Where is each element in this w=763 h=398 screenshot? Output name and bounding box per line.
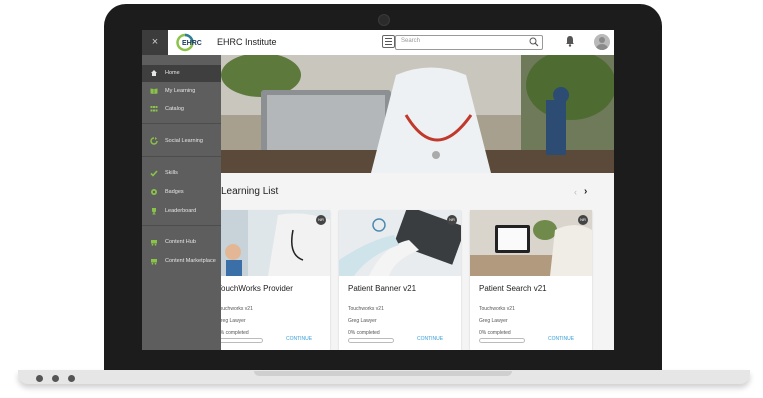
book-icon xyxy=(150,88,158,94)
course-subtitle: Touchworks v21 xyxy=(348,306,384,312)
sidebar-item-content-hub[interactable]: Content Hub xyxy=(142,234,221,251)
carousel-next-button[interactable]: › xyxy=(584,186,587,197)
course-title[interactable]: TouchWorks Provider xyxy=(217,284,293,293)
sidebar-divider xyxy=(142,123,221,124)
course-thumbnail xyxy=(208,210,330,276)
top-bar: × EHRC EHRC Institute Search xyxy=(142,30,614,56)
course-card[interactable]: NR TouchWorks Provider Touchworks v21 Gr… xyxy=(208,210,330,350)
sidebar-item-label: Skills xyxy=(165,170,178,176)
search-input[interactable]: Search xyxy=(395,35,543,50)
progress-text: 0% completed xyxy=(217,330,249,336)
sidebar-item-label: Badges xyxy=(165,189,184,195)
home-icon xyxy=(151,70,157,76)
indicator-dot xyxy=(52,375,59,382)
course-subtitle: Touchworks v21 xyxy=(217,306,253,312)
course-thumbnail xyxy=(339,210,461,276)
trophy-icon xyxy=(152,208,156,215)
sidebar-item-catalog[interactable]: Catalog xyxy=(142,101,221,118)
user-avatar[interactable] xyxy=(594,34,610,50)
course-author: Greg Lawyer xyxy=(217,318,246,324)
search-icon[interactable] xyxy=(529,37,539,47)
course-author: Greg Lawyer xyxy=(348,318,377,324)
indicator-dot xyxy=(68,375,75,382)
nr-badge: NR xyxy=(447,215,457,225)
carousel-prev-button[interactable]: ‹ xyxy=(574,187,577,197)
continue-button[interactable]: CONTINUE xyxy=(417,336,443,342)
ehrc-logo: EHRC xyxy=(176,33,202,52)
sidebar-item-my-learning[interactable]: My Learning xyxy=(142,83,221,100)
hero-banner-image xyxy=(221,55,614,173)
continue-button[interactable]: CONTINUE xyxy=(286,336,312,342)
app-screen: × EHRC EHRC Institute Search Home My Lea… xyxy=(142,30,614,350)
nr-badge: NR xyxy=(578,215,588,225)
progress-bar xyxy=(479,338,525,343)
cart-icon xyxy=(151,240,157,246)
sidebar-divider xyxy=(142,156,221,157)
sidebar-item-label: Content Hub xyxy=(165,239,196,245)
course-card[interactable]: NR Patient Banner v21 Touchworks v21 Gre… xyxy=(339,210,461,350)
indicator-dot xyxy=(36,375,43,382)
progress-bar xyxy=(217,338,263,343)
logo-text: EHRC xyxy=(182,40,202,47)
grid-icon xyxy=(150,106,158,112)
sidebar-item-label: Home xyxy=(165,70,180,76)
course-title[interactable]: Patient Search v21 xyxy=(479,284,547,293)
sidebar-item-label: Social Learning xyxy=(165,138,203,144)
badge-icon xyxy=(151,189,157,195)
sidebar-item-label: Leaderboard xyxy=(165,208,197,214)
sidebar-divider xyxy=(142,225,221,226)
search-placeholder: Search xyxy=(401,38,421,44)
sidebar-item-leaderboard[interactable]: Leaderboard xyxy=(142,203,221,220)
app-title: EHRC Institute xyxy=(217,37,277,47)
sidebar-item-home[interactable]: Home xyxy=(142,65,221,82)
progress-text: 0% completed xyxy=(479,330,511,336)
section-title: Learning List xyxy=(221,186,279,197)
course-thumbnail xyxy=(470,210,592,276)
refresh-icon xyxy=(150,137,158,145)
sidebar-item-skills[interactable]: Skills xyxy=(142,165,221,182)
sidebar-item-badges[interactable]: Badges xyxy=(142,184,221,201)
store-icon xyxy=(151,259,157,265)
course-subtitle: Touchworks v21 xyxy=(479,306,515,312)
nr-badge: NR xyxy=(316,215,326,225)
progress-bar xyxy=(348,338,394,343)
sidebar: Home My Learning Catalog Social Learning… xyxy=(142,55,221,350)
sidebar-item-label: Catalog xyxy=(165,106,184,112)
sidebar-item-label: Content Marketplace xyxy=(165,258,216,264)
laptop-hinge xyxy=(254,371,512,376)
course-card[interactable]: NR Patient Search v21 Touchworks v21 Gre… xyxy=(470,210,592,350)
progress-text: 0% completed xyxy=(348,330,380,336)
close-menu-button[interactable]: × xyxy=(142,30,168,55)
continue-button[interactable]: CONTINUE xyxy=(548,336,574,342)
sidebar-item-social-learning[interactable]: Social Learning xyxy=(142,133,221,150)
webcam xyxy=(378,14,390,26)
sidebar-item-content-marketplace[interactable]: Content Marketplace xyxy=(142,253,221,270)
course-author: Greg Lawyer xyxy=(479,318,508,324)
bell-icon[interactable] xyxy=(565,35,575,47)
check-icon xyxy=(150,170,158,177)
course-title[interactable]: Patient Banner v21 xyxy=(348,284,416,293)
sidebar-item-label: My Learning xyxy=(165,88,196,94)
menu-toggle-button[interactable] xyxy=(382,35,395,48)
